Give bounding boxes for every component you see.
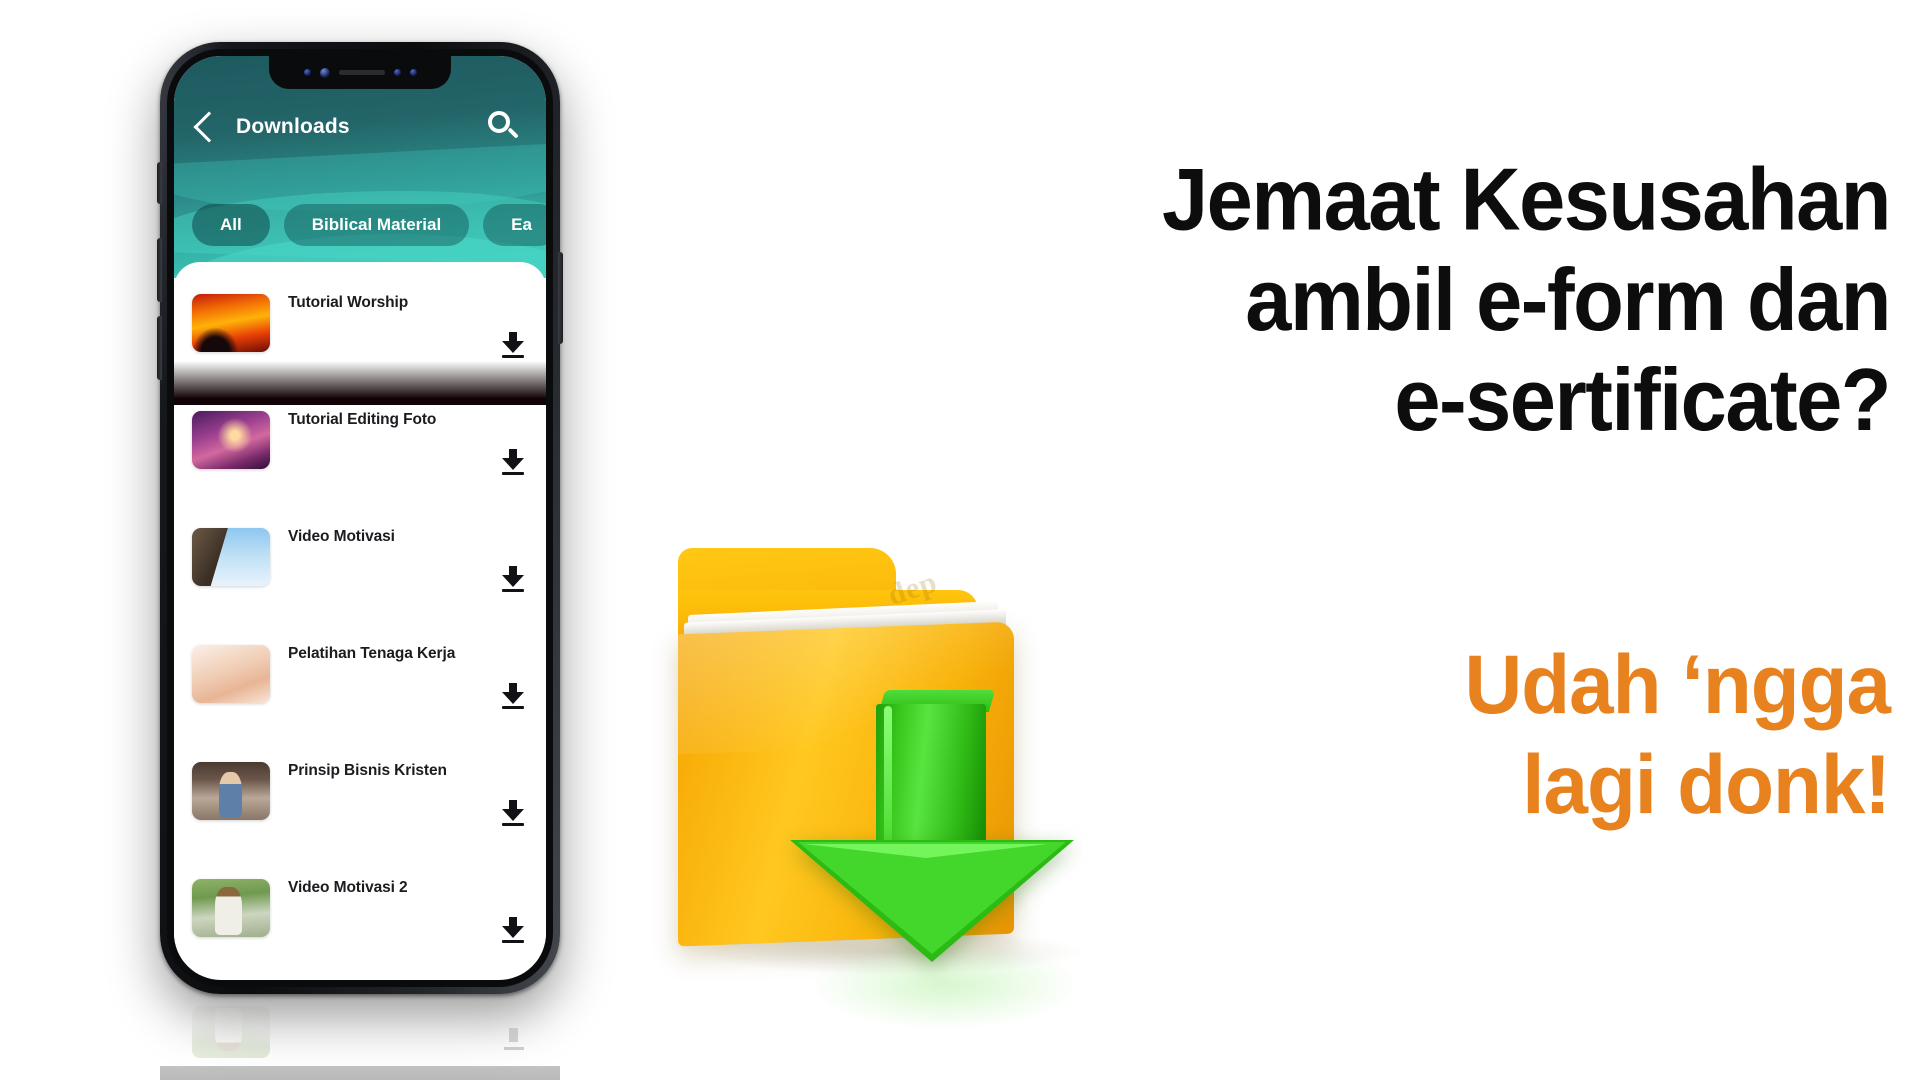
phone-mute-switch[interactable] [157,162,162,204]
headline-line-1: Jemaat Kesusahan [1162,150,1892,249]
reflection-thumb [192,1006,270,1058]
list-item[interactable]: Prinsip Bisnis Kristen [174,756,546,873]
list-item[interactable]: Pelatihan Tenaga Kerja [174,639,546,756]
search-icon-handle [507,127,519,139]
reflection-download-icon [504,1028,524,1050]
promo-headline: Jemaat Kesusahan ambil e-form dan e-sert… [880,150,1892,451]
download-icon[interactable] [502,332,524,359]
dot-projector-icon [409,69,417,76]
list-item-title: Tutorial Editing Foto [288,411,437,428]
list-item[interactable]: Video Motivasi [174,522,546,639]
proximity-sensor-icon [303,69,311,76]
list-item[interactable]: Tutorial Editing Foto [174,405,546,522]
download-icon[interactable] [502,800,524,827]
tab-all[interactable]: All [192,204,270,246]
download-icon[interactable] [502,917,524,944]
ambient-light-sensor-icon [393,69,401,76]
arrow-head-highlight [804,844,1048,858]
download-icon[interactable] [502,449,524,476]
front-camera-icon [319,67,330,78]
man-hat-coffee-thumb [192,879,270,937]
downloads-list: Tutorial Worship Tutorial Editing Foto V… [174,262,546,962]
list-item-title: Video Motivasi 2 [288,879,408,896]
barista-cafe-thumb [192,762,270,820]
chevron-left-icon[interactable] [193,111,225,143]
hands-craft-thumb [192,645,270,703]
phone-power-button[interactable] [558,252,563,344]
phone-reflection [160,998,560,1080]
tab-biblical-material[interactable]: Biblical Material [283,204,470,246]
download-icon[interactable] [502,566,524,593]
headline-line-2: ambil e-form dan [1245,250,1891,349]
list-item-title: Video Motivasi [288,528,395,545]
app-header: Downloads All Biblical Material Ea [174,56,546,278]
promo-headline-block: Jemaat Kesusahan ambil e-form dan e-sert… [880,150,1892,449]
search-icon-lens [488,111,510,133]
arrow-shaft-highlight [884,706,892,854]
phone-screen: Downloads All Biblical Material Ea Tutor… [174,56,546,980]
page-title: Downloads [236,115,350,138]
phone-reflection-body [160,998,560,1080]
rock-climber-thumb [192,528,270,586]
list-item[interactable]: Tutorial Worship [174,288,546,405]
category-tab-bar: All Biblical Material Ea [174,152,546,246]
phone-mockup: Downloads All Biblical Material Ea Tutor… [157,42,563,994]
tab-ea[interactable]: Ea [483,204,546,246]
headline-line-3: e-sertificate? [1394,350,1891,450]
arrow-shaft [876,704,986,856]
phone-volume-down-button[interactable] [157,316,162,380]
download-icon[interactable] [502,683,524,710]
photo-editing-portrait-thumb [192,411,270,469]
phone-notch [269,56,451,89]
list-item-title: Pelatihan Tenaga Kerja [288,645,456,662]
list-item-title: Prinsip Bisnis Kristen [288,762,447,779]
list-item[interactable]: Video Motivasi 2 [174,873,546,980]
green-download-arrow-icon [790,690,1080,1030]
earpiece-speaker-icon [338,70,385,75]
list-item-title: Tutorial Worship [288,294,409,311]
search-icon[interactable] [486,110,520,144]
arrow-head-face [798,842,1066,954]
phone-volume-up-button[interactable] [157,238,162,302]
worship-stage-lights-thumb [192,294,270,352]
download-folder-graphic: dep [678,520,1108,1030]
